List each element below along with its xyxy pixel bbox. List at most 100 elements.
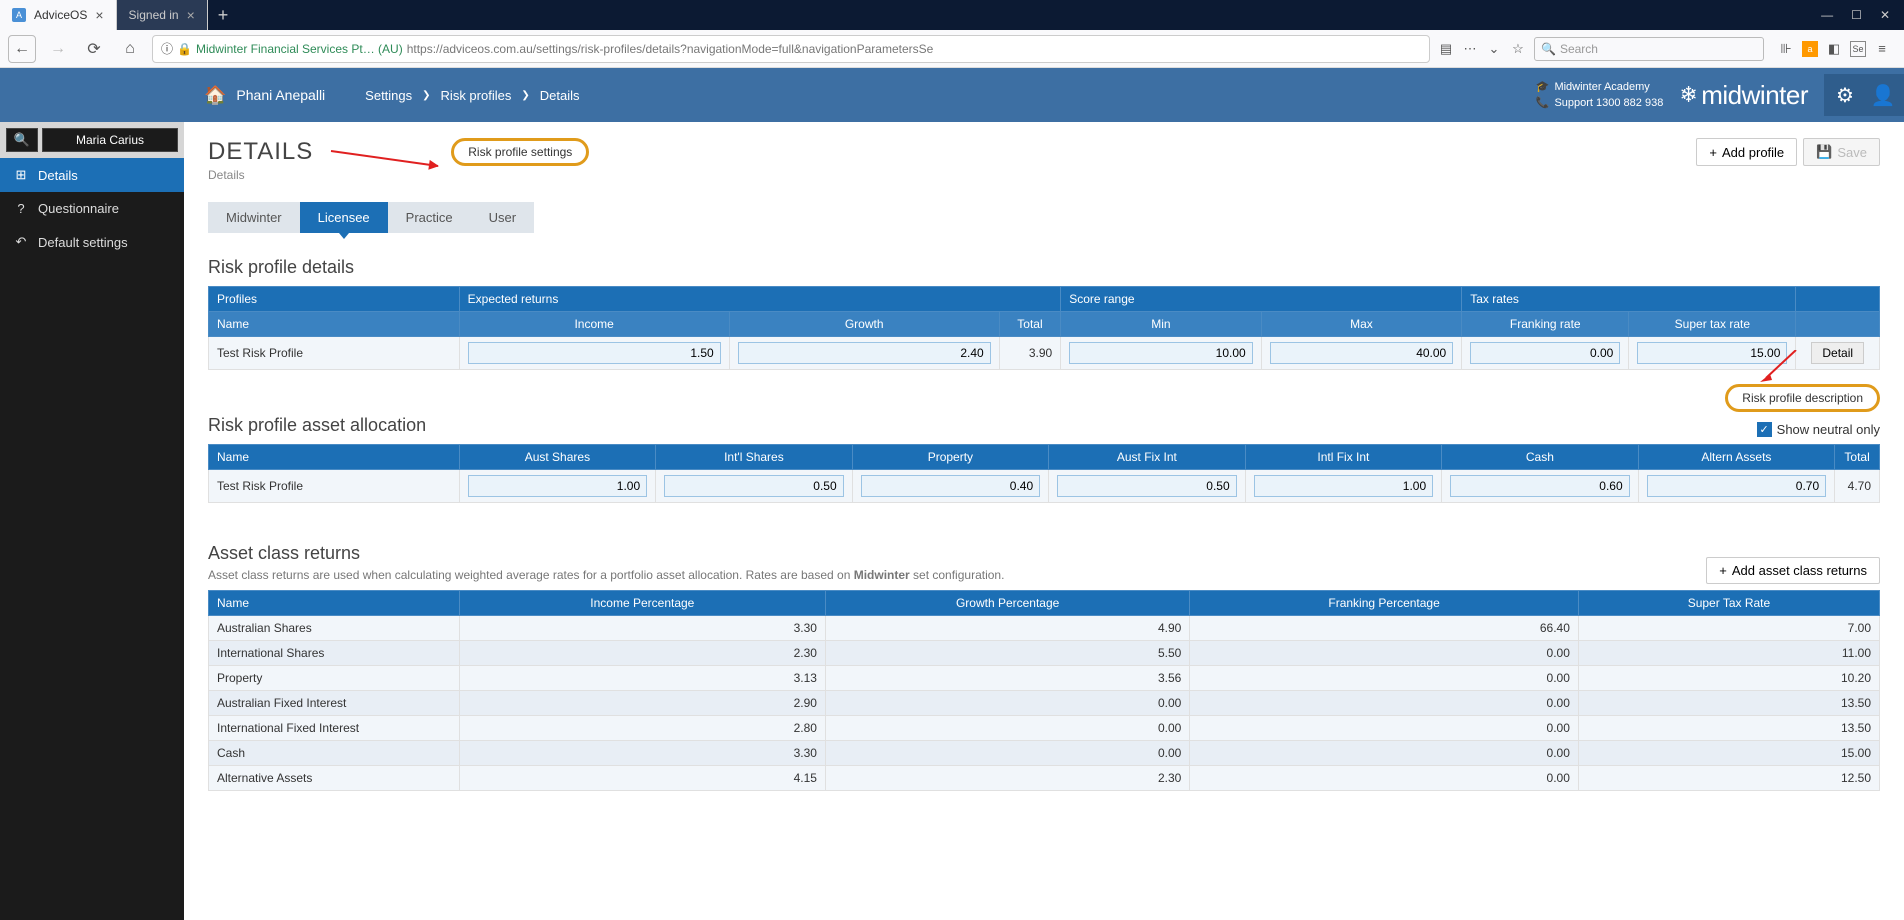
url-path: https://adviceos.com.au/settings/risk-pr…	[407, 42, 934, 56]
growth-input[interactable]	[738, 342, 991, 364]
th-score-range: Score range	[1061, 287, 1462, 312]
ext1-icon[interactable]: a	[1802, 41, 1818, 57]
th-altern: Altern Assets	[1638, 445, 1835, 470]
close-icon[interactable]: ×	[187, 7, 195, 23]
th-name: Name	[209, 312, 460, 337]
sidebar-item-details[interactable]: ⊞ Details	[0, 158, 184, 192]
detail-button[interactable]: Detail	[1811, 342, 1864, 364]
bc-settings[interactable]: Settings	[365, 88, 412, 103]
star-icon[interactable]: ☆	[1510, 41, 1526, 57]
header-user[interactable]: 🏠 Phani Anepalli	[204, 85, 325, 106]
asset-allocation-table: Name Aust Shares Int'l Shares Property A…	[208, 444, 1880, 503]
bc-details[interactable]: Details	[540, 88, 580, 103]
alloc-input[interactable]	[1450, 475, 1630, 497]
tab-user[interactable]: User	[471, 202, 534, 233]
library-icon[interactable]: ⊪	[1778, 41, 1794, 57]
cell-super: 7.00	[1578, 616, 1879, 641]
browser-search[interactable]: 🔍 Search	[1534, 37, 1764, 61]
table-row: Property3.133.560.0010.20	[209, 666, 1880, 691]
alloc-input[interactable]	[861, 475, 1041, 497]
menu-icon[interactable]: ≡	[1874, 41, 1890, 57]
url-bar[interactable]: ⓘ 🔒 Midwinter Financial Services Pt… (AU…	[152, 35, 1430, 63]
sidebar: 🔍 Maria Carius ⊞ Details ? Questionnaire…	[0, 68, 184, 920]
cell-franking: 0.00	[1190, 666, 1579, 691]
maximize-icon[interactable]: ☐	[1851, 8, 1862, 22]
cell-franking: 0.00	[1190, 691, 1579, 716]
plus-icon: +	[1719, 563, 1727, 578]
alloc-input[interactable]	[1647, 475, 1827, 497]
sidebar-search-button[interactable]: 🔍	[6, 128, 38, 152]
th-intl-fix: Intl Fix Int	[1245, 445, 1442, 470]
close-icon[interactable]: ×	[95, 7, 103, 23]
back-button[interactable]: ←	[8, 35, 36, 63]
question-icon: ?	[14, 201, 28, 216]
cell-income: 2.90	[459, 691, 825, 716]
academy-label[interactable]: Midwinter Academy	[1554, 79, 1649, 96]
minimize-icon[interactable]: —	[1821, 8, 1833, 22]
home-button[interactable]: ⌂	[116, 35, 144, 63]
tab-title: AdviceOS	[34, 8, 87, 22]
th-aust-fix: Aust Fix Int	[1049, 445, 1246, 470]
tab-licensee[interactable]: Licensee	[300, 202, 388, 233]
reader-icon[interactable]: ▤	[1438, 41, 1454, 57]
profile-button[interactable]: 👤	[1862, 74, 1904, 116]
settings-button[interactable]: ⚙	[1824, 74, 1866, 116]
max-input[interactable]	[1270, 342, 1454, 364]
close-window-icon[interactable]: ✕	[1880, 8, 1890, 22]
reload-button[interactable]: ⟳	[80, 35, 108, 63]
forward-button[interactable]: →	[44, 35, 72, 63]
user-name: Phani Anepalli	[236, 87, 325, 103]
annotation-arrow	[331, 150, 438, 167]
sidebar-item-default-settings[interactable]: ↶ Default settings	[0, 225, 184, 259]
bc-risk-profiles[interactable]: Risk profiles	[441, 88, 512, 103]
alloc-input[interactable]	[664, 475, 844, 497]
cell-franking: 0.00	[1190, 641, 1579, 666]
client-selector[interactable]: Maria Carius	[42, 128, 178, 152]
income-input[interactable]	[468, 342, 721, 364]
tab-practice[interactable]: Practice	[388, 202, 471, 233]
ext2-icon[interactable]: Se	[1850, 41, 1866, 57]
franking-input[interactable]	[1470, 342, 1620, 364]
section-title-acr: Asset class returns	[208, 543, 1004, 564]
th-name: Name	[209, 445, 460, 470]
alloc-input[interactable]	[1254, 475, 1434, 497]
cell-super: 15.00	[1578, 741, 1879, 766]
sidebar-label: Default settings	[38, 235, 128, 250]
cell-franking: 0.00	[1190, 741, 1579, 766]
pocket-icon[interactable]: ⌄	[1486, 41, 1502, 57]
min-input[interactable]	[1069, 342, 1253, 364]
th-income-pct: Income Percentage	[459, 591, 825, 616]
support-label: Support 1300 882 938	[1554, 95, 1663, 112]
save-icon: 💾	[1816, 144, 1832, 160]
cell-franking: 0.00	[1190, 766, 1579, 791]
annotation-callout-2: Risk profile description	[1725, 384, 1880, 412]
add-profile-button[interactable]: +Add profile	[1696, 138, 1797, 166]
cell-income: 3.30	[459, 616, 825, 641]
search-icon: 🔍	[14, 132, 30, 148]
more-icon[interactable]: ⋯	[1462, 41, 1478, 57]
th-supertax: Super tax rate	[1629, 312, 1796, 337]
neutral-checkbox[interactable]: ✓	[1757, 422, 1772, 437]
scope-tabs: Midwinter Licensee Practice User	[208, 202, 1880, 233]
sidebar-icon[interactable]: ◧	[1826, 41, 1842, 57]
sidebar-item-questionnaire[interactable]: ? Questionnaire	[0, 192, 184, 225]
alloc-input[interactable]	[1057, 475, 1237, 497]
browser-toolbar: ← → ⟳ ⌂ ⓘ 🔒 Midwinter Financial Services…	[0, 30, 1904, 68]
new-tab-button[interactable]: +	[208, 5, 239, 26]
cell-name: Test Risk Profile	[209, 337, 460, 370]
th-blank	[1796, 287, 1880, 312]
annotation-callout-1: Risk profile settings	[451, 138, 589, 166]
cell-name: International Shares	[209, 641, 460, 666]
cell-growth: 5.50	[825, 641, 1189, 666]
cell-income: 2.30	[459, 641, 825, 666]
browser-tab-active[interactable]: A AdviceOS ×	[0, 0, 117, 30]
alloc-input[interactable]	[468, 475, 648, 497]
cell-franking: 66.40	[1190, 616, 1579, 641]
add-asset-class-returns-button[interactable]: +Add asset class returns	[1706, 557, 1880, 584]
tab-midwinter[interactable]: Midwinter	[208, 202, 300, 233]
cell-income: 4.15	[459, 766, 825, 791]
th-growth-pct: Growth Percentage	[825, 591, 1189, 616]
browser-tab-inactive[interactable]: Signed in ×	[117, 0, 208, 30]
cell-super: 13.50	[1578, 716, 1879, 741]
th-franking-pct: Franking Percentage	[1190, 591, 1579, 616]
